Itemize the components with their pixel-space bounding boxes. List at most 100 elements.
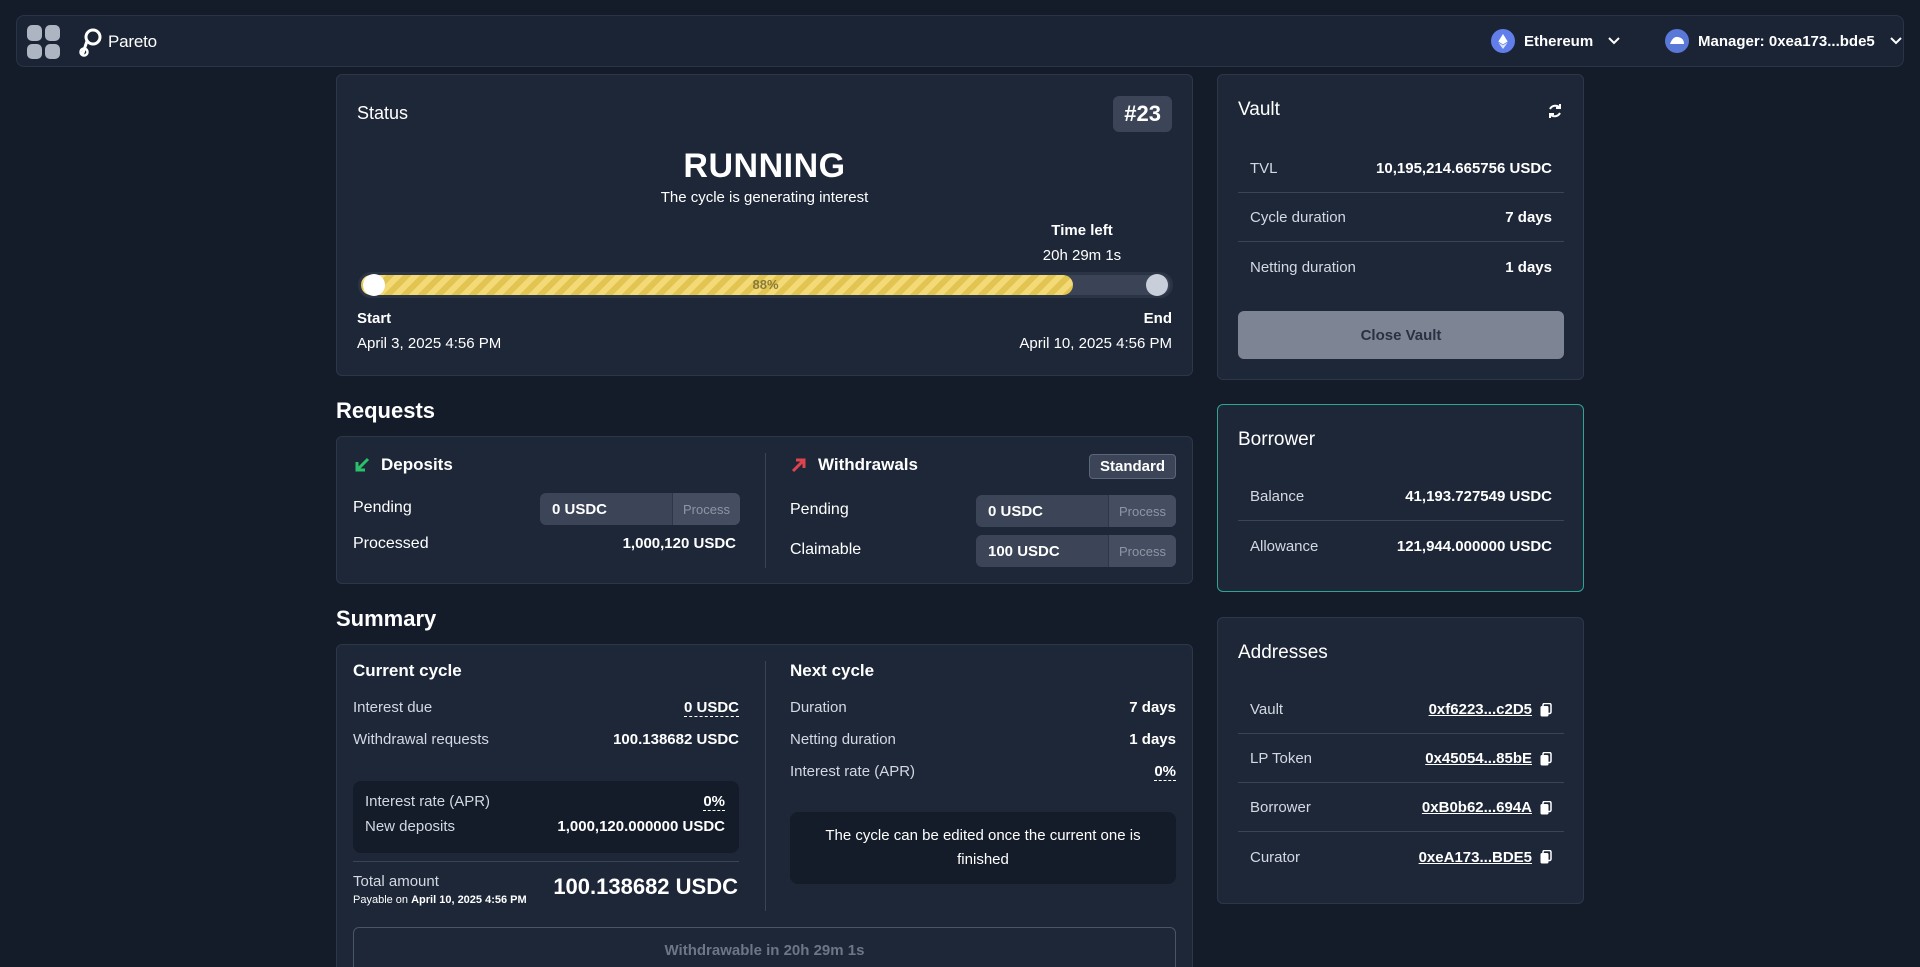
next-duration-row: Duration 7 days: [790, 699, 1176, 716]
top-bar: Pareto Ethereum Manager: 0xea173...bde5: [16, 15, 1904, 67]
address-row-lp-token: LP Token 0x45054...85bE: [1238, 735, 1564, 783]
vault-tvl-row: TVL 10,195,214.665756 USDC: [1238, 145, 1564, 193]
withdrawals-pending-value: 0 USDC: [988, 502, 1044, 520]
withdrawals-claimable-process-button[interactable]: Process: [1108, 535, 1176, 567]
payable-on: Payable on April 10, 2025 4:56 PM: [353, 894, 527, 906]
row-value: 41,193.727549 USDC: [1405, 488, 1552, 505]
requests-divider: [765, 453, 766, 568]
row-label: Netting duration: [790, 731, 896, 748]
deposits-processed-label: Processed: [353, 535, 429, 552]
status-card: Status #23 RUNNING The cycle is generati…: [336, 74, 1193, 376]
summary-column-divider: [765, 661, 766, 911]
total-amount-value: 100.138682 USDC: [553, 874, 738, 899]
end-label: End: [1143, 310, 1172, 327]
address-text[interactable]: 0xf6223...c2D5: [1429, 701, 1532, 718]
address-row-borrower: Borrower 0xB0b62...694A: [1238, 784, 1564, 832]
row-value[interactable]: 0%: [1154, 763, 1176, 781]
row-label: Interest due: [353, 699, 433, 716]
row-value[interactable]: 0%: [703, 793, 725, 811]
refresh-icon[interactable]: [1547, 103, 1563, 119]
cycle-number-badge: #23: [1113, 96, 1172, 132]
status-title: Status: [357, 103, 409, 123]
progress-start-knob: [363, 274, 385, 296]
next-apr-row: Interest rate (APR) 0%: [790, 763, 1176, 781]
deposits-pending-field: 0 USDC Process: [540, 493, 740, 525]
addresses-card: Addresses Vault 0xf6223...c2D5 LP Token …: [1217, 617, 1584, 904]
total-amount-label: Total amount: [353, 873, 439, 890]
borrower-title: Borrower: [1238, 429, 1316, 450]
interest-due-row: Interest due 0 USDC: [353, 699, 739, 717]
requests-heading: Requests: [336, 398, 436, 423]
copy-icon[interactable]: [1540, 751, 1552, 766]
copy-icon[interactable]: [1540, 850, 1552, 864]
close-vault-button[interactable]: Close Vault: [1238, 311, 1564, 359]
borrower-balance-row: Balance 41,193.727549 USDC: [1238, 473, 1564, 521]
manager-avatar: [1665, 29, 1689, 53]
cycle-state: RUNNING: [683, 147, 846, 185]
address-text[interactable]: 0x45054...85bE: [1425, 750, 1532, 767]
start-date: April 3, 2025 4:56 PM: [357, 335, 502, 352]
row-label: Balance: [1250, 488, 1305, 505]
vault-title: Vault: [1238, 99, 1280, 120]
withdrawals-pending-label: Pending: [790, 501, 849, 518]
address-link[interactable]: 0xB0b62...694A: [1422, 799, 1552, 816]
manager-selector[interactable]: Manager: 0xea173...bde5: [1665, 29, 1902, 53]
row-value: 1 days: [1129, 731, 1176, 748]
next-netting-row: Netting duration 1 days: [790, 731, 1176, 748]
vault-netting-duration-row: Netting duration 1 days: [1238, 243, 1564, 291]
arrow-up-right-icon: [791, 458, 806, 473]
borrower-allowance-row: Allowance 121,944.000000 USDC: [1238, 522, 1564, 570]
row-value: 10,195,214.665756 USDC: [1376, 160, 1552, 177]
copy-icon[interactable]: [1540, 702, 1552, 717]
withdrawals-title: Withdrawals: [818, 455, 918, 474]
pareto-logo-icon: [79, 28, 102, 57]
time-left-label: Time left: [1051, 222, 1113, 239]
copy-icon[interactable]: [1540, 800, 1552, 815]
row-label: Vault: [1250, 701, 1284, 718]
deposits-header: Deposits: [353, 455, 453, 475]
row-value: 1 days: [1505, 258, 1552, 276]
address-text[interactable]: 0xeA173...BDE5: [1419, 849, 1532, 866]
summary-card: Current cycle Interest due 0 USDC Withdr…: [336, 644, 1193, 967]
row-label: Curator: [1250, 848, 1301, 866]
progress-end-knob: [1146, 274, 1168, 296]
row-value: 7 days: [1129, 699, 1176, 716]
withdrawal-requests-row: Withdrawal requests 100.138682 USDC: [353, 731, 739, 748]
row-label: Duration: [790, 699, 847, 716]
apps-grid-icon[interactable]: [27, 25, 61, 59]
address-row-vault: Vault 0xf6223...c2D5: [1238, 686, 1564, 734]
network-name: Ethereum: [1524, 32, 1594, 50]
new-deposits-row: New deposits 1,000,120.000000 USDC: [365, 818, 725, 835]
withdraw-button[interactable]: Withdrawable in 20h 29m 1s: [353, 927, 1176, 967]
chevron-down-icon: [1890, 37, 1902, 45]
address-link[interactable]: 0xf6223...c2D5: [1429, 701, 1552, 718]
row-value[interactable]: 0 USDC: [683, 699, 739, 717]
next-cycle-title: Next cycle: [790, 661, 875, 680]
cycle-state-description: The cycle is generating interest: [660, 189, 869, 206]
row-label: TVL: [1250, 160, 1278, 177]
vault-card: Vault TVL 10,195,214.665756 USDC Cycle d…: [1217, 74, 1584, 380]
row-label: LP Token: [1250, 750, 1312, 767]
current-cycle-title: Current cycle: [353, 661, 462, 680]
row-value: 100.138682 USDC: [613, 731, 739, 748]
summary-divider: [353, 861, 739, 862]
deposits-title: Deposits: [381, 455, 453, 474]
address-text[interactable]: 0xB0b62...694A: [1422, 799, 1532, 816]
withdrawals-claimable-value: 100 USDC: [988, 542, 1060, 560]
row-label: Interest rate (APR): [790, 763, 916, 780]
withdrawals-pending-process-button[interactable]: Process: [1108, 495, 1176, 527]
apr-row: Interest rate (APR) 0%: [365, 793, 725, 811]
cycle-progress-bar: 88%: [358, 272, 1173, 298]
requests-card: Deposits Pending 0 USDC Process Processe…: [336, 436, 1193, 584]
brand-logo[interactable]: Pareto: [79, 27, 157, 57]
withdrawals-type-badge[interactable]: Standard: [1088, 454, 1176, 479]
cycle-progress-percent: 88%: [752, 277, 779, 292]
deposits-process-button[interactable]: Process: [672, 493, 740, 525]
start-label: Start: [357, 310, 392, 327]
network-selector[interactable]: Ethereum: [1491, 29, 1620, 53]
address-link[interactable]: 0xeA173...BDE5: [1419, 849, 1552, 866]
row-value: 7 days: [1505, 209, 1552, 226]
withdrawals-header: Withdrawals: [790, 455, 918, 475]
address-row-curator: Curator 0xeA173...BDE5: [1238, 833, 1564, 881]
address-link[interactable]: 0x45054...85bE: [1425, 750, 1552, 767]
